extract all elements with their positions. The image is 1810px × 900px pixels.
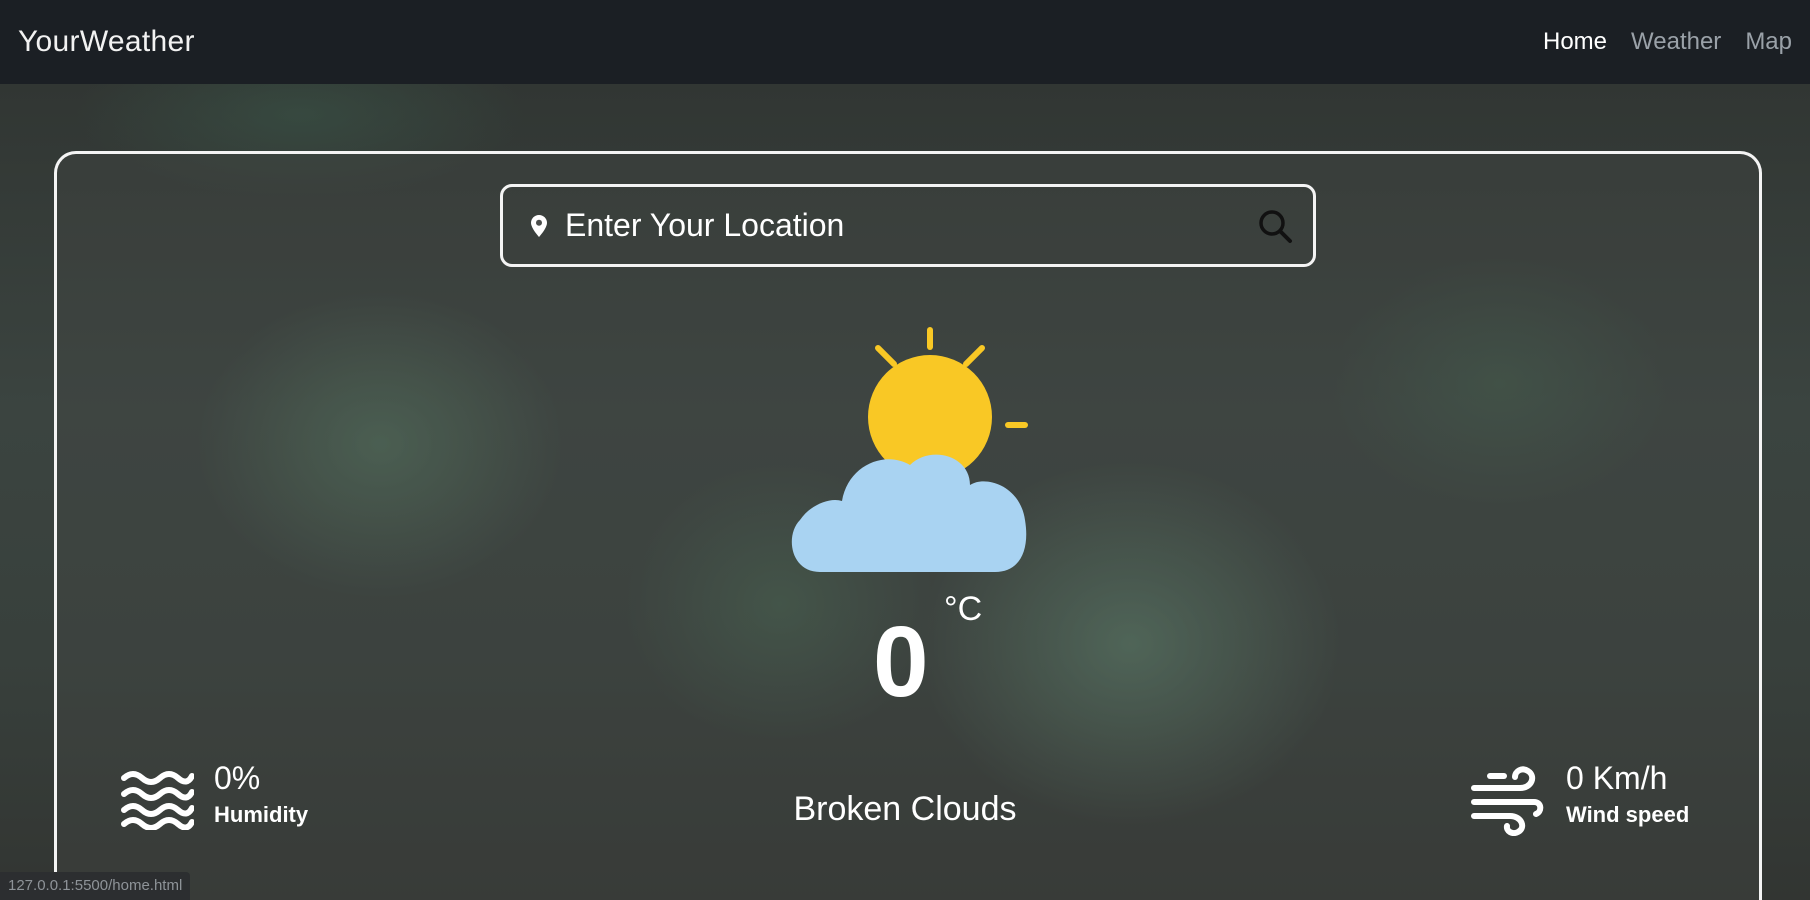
wind-stat: 0 Km/h Wind speed (1470, 758, 1689, 836)
nav-links: Home Weather Map (1543, 28, 1792, 56)
brand-logo-text[interactable]: YourWeather (18, 25, 195, 59)
temperature-unit: °C (944, 590, 983, 628)
wind-text: 0 Km/h Wind speed (1566, 758, 1689, 832)
navbar: YourWeather Home Weather Map (0, 0, 1810, 84)
waves-icon (120, 766, 194, 830)
wind-value: 0 Km/h (1566, 760, 1668, 796)
weather-description: Broken Clouds (793, 790, 1017, 828)
wind-label: Wind speed (1566, 802, 1690, 827)
location-pin-icon (531, 214, 547, 237)
wind-icon (1470, 766, 1544, 836)
browser-status-url: 127.0.0.1:5500/home.html (0, 872, 191, 900)
humidity-text: 0% Humidity (214, 758, 308, 832)
humidity-label: Humidity (214, 802, 309, 827)
nav-link-weather[interactable]: Weather (1631, 28, 1721, 56)
location-search-input[interactable] (565, 207, 1257, 244)
partly-cloudy-sun-icon (780, 325, 1030, 575)
search-bar (500, 184, 1316, 267)
humidity-value: 0% (214, 760, 261, 796)
temperature-value: 0 (873, 606, 929, 718)
search-icon[interactable] (1257, 208, 1293, 244)
humidity-stat: 0% Humidity (120, 758, 308, 832)
nav-link-home[interactable]: Home (1543, 28, 1607, 56)
nav-link-map[interactable]: Map (1745, 28, 1792, 56)
